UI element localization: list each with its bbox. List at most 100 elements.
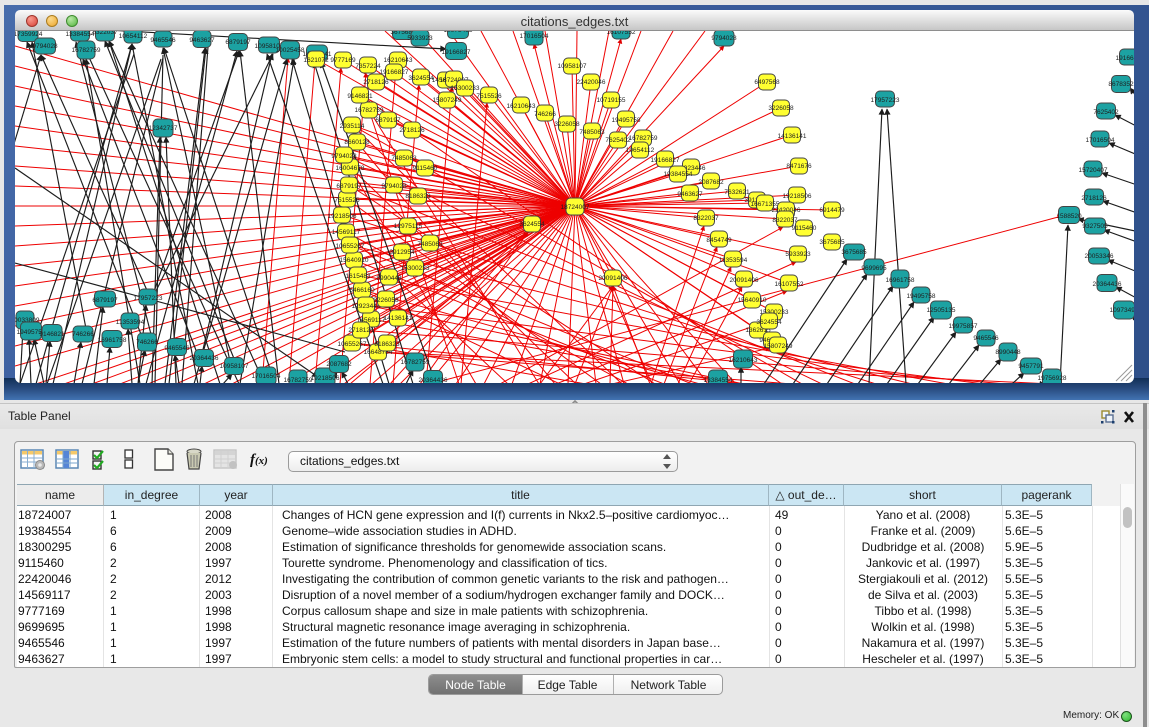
svg-text:9465546: 9465546 bbox=[973, 335, 999, 342]
svg-text:8322037: 8322037 bbox=[92, 31, 118, 36]
svg-text:8678352: 8678352 bbox=[1108, 81, 1134, 88]
svg-text:16782759: 16782759 bbox=[401, 359, 430, 366]
svg-text:746266: 746266 bbox=[534, 111, 556, 118]
svg-text:8186323: 8186323 bbox=[405, 193, 431, 200]
svg-text:9115460: 9115460 bbox=[413, 165, 438, 172]
svg-text:16107552: 16107552 bbox=[775, 281, 804, 288]
svg-text:10654112: 10654112 bbox=[626, 147, 655, 154]
svg-text:10973493: 10973493 bbox=[444, 31, 473, 34]
svg-text:15720407: 15720407 bbox=[1079, 167, 1108, 174]
svg-text:2087682: 2087682 bbox=[326, 361, 352, 368]
svg-text:16782759: 16782759 bbox=[284, 377, 313, 383]
svg-text:5933923: 5933923 bbox=[407, 35, 433, 42]
svg-text:9794028: 9794028 bbox=[381, 183, 407, 190]
svg-text:11353594: 11353594 bbox=[116, 319, 145, 326]
svg-text:9794028: 9794028 bbox=[711, 35, 737, 42]
svg-text:6879197: 6879197 bbox=[225, 39, 251, 46]
svg-text:20364436: 20364436 bbox=[419, 377, 448, 383]
svg-text:16782759: 16782759 bbox=[72, 47, 101, 54]
svg-text:746266: 746266 bbox=[72, 331, 94, 338]
svg-text:9465546: 9465546 bbox=[164, 345, 190, 352]
svg-text:2718126: 2718126 bbox=[348, 327, 374, 334]
svg-text:15300233: 15300233 bbox=[451, 85, 480, 92]
svg-text:9465546: 9465546 bbox=[150, 37, 176, 44]
svg-text:15640910: 15640910 bbox=[340, 257, 369, 264]
svg-text:12975115: 12975115 bbox=[394, 223, 423, 230]
svg-text:19166827: 19166827 bbox=[442, 49, 471, 56]
svg-text:7515526: 7515526 bbox=[476, 93, 502, 100]
svg-text:9794028: 9794028 bbox=[331, 153, 357, 160]
svg-text:16210643: 16210643 bbox=[384, 57, 413, 64]
svg-text:6879197: 6879197 bbox=[92, 297, 118, 304]
svg-text:7357224: 7357224 bbox=[355, 63, 381, 70]
svg-text:17016504: 17016504 bbox=[1086, 137, 1115, 144]
svg-text:19756928: 19756928 bbox=[1038, 375, 1067, 382]
svg-text:19218506: 19218506 bbox=[328, 213, 357, 220]
svg-text:8186323: 8186323 bbox=[374, 341, 400, 348]
svg-text:19975857: 19975857 bbox=[949, 323, 978, 330]
svg-text:19218506: 19218506 bbox=[783, 193, 812, 200]
svg-text:7485063: 7485063 bbox=[579, 129, 605, 136]
svg-text:19166827: 19166827 bbox=[651, 157, 680, 164]
svg-text:7625402: 7625402 bbox=[1093, 109, 1119, 116]
svg-text:7485063: 7485063 bbox=[391, 155, 417, 162]
svg-text:15807249: 15807249 bbox=[433, 97, 462, 104]
svg-text:20091406: 20091406 bbox=[730, 277, 759, 284]
svg-text:8990448: 8990448 bbox=[376, 275, 402, 282]
svg-text:18724007: 18724007 bbox=[561, 204, 590, 211]
svg-text:14136141: 14136141 bbox=[778, 133, 807, 140]
svg-text:2718126: 2718126 bbox=[363, 79, 389, 86]
svg-text:22420046: 22420046 bbox=[577, 79, 606, 86]
svg-text:6914479: 6914479 bbox=[819, 207, 845, 214]
svg-text:16210643: 16210643 bbox=[507, 103, 536, 110]
svg-text:17957223: 17957223 bbox=[871, 97, 900, 104]
svg-text:17957223: 17957223 bbox=[134, 295, 163, 302]
svg-text:8990448: 8990448 bbox=[995, 349, 1021, 356]
svg-text:10654112: 10654112 bbox=[119, 33, 148, 40]
svg-text:9146821: 9146821 bbox=[39, 331, 65, 338]
svg-text:10719155: 10719155 bbox=[597, 97, 626, 104]
svg-text:10973493: 10973493 bbox=[1110, 307, 1134, 314]
svg-text:9777169: 9777169 bbox=[330, 57, 356, 64]
svg-text:7625402: 7625402 bbox=[605, 137, 631, 144]
svg-text:17016504: 17016504 bbox=[520, 33, 549, 40]
svg-text:19495758: 19495758 bbox=[907, 293, 936, 300]
svg-text:16107552: 16107552 bbox=[607, 31, 636, 36]
svg-text:3675685: 3675685 bbox=[819, 239, 845, 246]
svg-text:8322037: 8322037 bbox=[772, 217, 798, 224]
svg-text:16961758: 16961758 bbox=[98, 337, 127, 344]
svg-text:16210643: 16210643 bbox=[729, 357, 758, 364]
svg-text:7515526: 7515526 bbox=[334, 197, 360, 204]
svg-text:3624554: 3624554 bbox=[519, 221, 545, 228]
svg-text:3912954: 3912954 bbox=[389, 249, 415, 256]
svg-text:9457791: 9457791 bbox=[1018, 363, 1044, 370]
svg-text:9463627: 9463627 bbox=[189, 37, 215, 44]
svg-text:19495758: 19495758 bbox=[612, 117, 641, 124]
svg-text:8471676: 8471676 bbox=[786, 163, 812, 170]
svg-text:10958107: 10958107 bbox=[558, 63, 587, 70]
svg-text:2087682: 2087682 bbox=[698, 179, 724, 186]
svg-text:10655267: 10655267 bbox=[338, 341, 367, 348]
svg-text:13384554: 13384554 bbox=[704, 377, 733, 383]
svg-text:9146821: 9146821 bbox=[347, 93, 373, 100]
svg-text:9794028: 9794028 bbox=[32, 43, 58, 50]
svg-text:f(x): f(x) bbox=[250, 452, 268, 468]
svg-text:3226058: 3226058 bbox=[768, 105, 794, 112]
svg-text:7485063: 7485063 bbox=[417, 241, 443, 248]
svg-text:20364436: 20364436 bbox=[1093, 281, 1122, 288]
svg-text:12342737: 12342737 bbox=[149, 125, 178, 132]
svg-text:16782759: 16782759 bbox=[629, 135, 658, 142]
svg-text:9327505: 9327505 bbox=[1082, 223, 1108, 230]
svg-text:6879197: 6879197 bbox=[336, 183, 362, 190]
svg-text:14569117: 14569117 bbox=[332, 229, 361, 236]
svg-text:12923446: 12923446 bbox=[352, 303, 381, 310]
svg-text:6879197: 6879197 bbox=[375, 117, 401, 124]
svg-text:3624554: 3624554 bbox=[408, 75, 434, 82]
svg-text:20053346: 20053346 bbox=[1085, 253, 1114, 260]
svg-text:8322037: 8322037 bbox=[693, 215, 719, 222]
svg-text:2718126: 2718126 bbox=[399, 127, 425, 134]
svg-text:3624554: 3624554 bbox=[756, 319, 782, 326]
svg-text:12505135: 12505135 bbox=[927, 307, 956, 314]
svg-text:19384554: 19384554 bbox=[664, 171, 693, 178]
svg-text:2935114: 2935114 bbox=[340, 123, 365, 130]
